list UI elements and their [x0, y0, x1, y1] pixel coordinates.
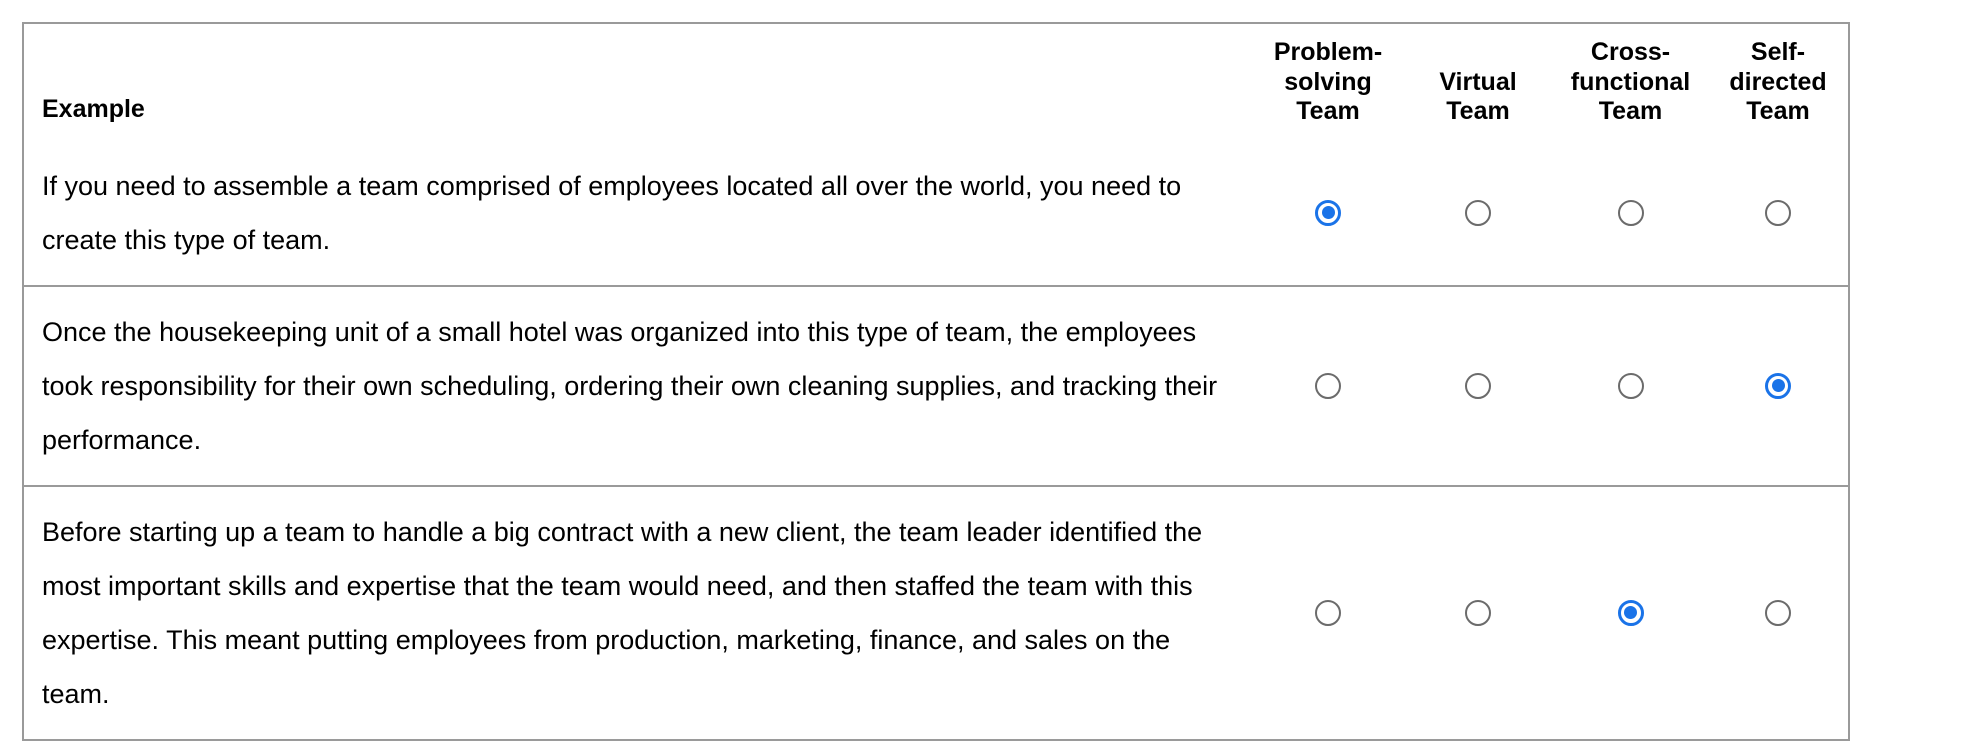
radio-button-row1-self-directed-team[interactable] — [1765, 199, 1791, 226]
radio-cell[interactable] — [1553, 486, 1708, 740]
column-header-cross-functional-team: Cross-functional Team — [1570, 38, 1691, 125]
radio-button-row3-self-directed-team[interactable] — [1765, 599, 1791, 626]
radio-button-row3-virtual-team[interactable] — [1465, 599, 1491, 626]
page-root: Example Problem-solving Team Virtual Team … — [0, 0, 1974, 741]
radio-button-row1-cross-functional-team[interactable] — [1617, 199, 1644, 226]
header-row: Example Problem-solving Team Virtual Team … — [23, 23, 1849, 141]
radio-button-row1-virtual-team[interactable] — [1465, 199, 1491, 226]
radio-cell[interactable] — [1403, 141, 1553, 286]
column-header-virtual-team: Virtual Team — [1439, 67, 1517, 126]
radio-button-row2-self-directed-team[interactable] — [1765, 372, 1791, 399]
table-row: Once the housekeeping unit of a small ho… — [23, 286, 1849, 486]
matrix-question-container: Example Problem-solving Team Virtual Team … — [22, 22, 1850, 741]
radio-cell[interactable] — [1708, 286, 1849, 486]
radio-button-row2-cross-functional-team[interactable] — [1617, 372, 1644, 399]
table-row: Before starting up a team to handle a bi… — [23, 486, 1849, 740]
radio-cell[interactable] — [1708, 486, 1849, 740]
matrix-table: Example Problem-solving Team Virtual Team … — [22, 22, 1850, 741]
radio-button-row3-problem-solving-team[interactable] — [1315, 599, 1341, 626]
example-text: Before starting up a team to handle a bi… — [42, 516, 1203, 709]
example-text: Once the housekeeping unit of a small ho… — [42, 316, 1218, 455]
column-header-problem-solving-team: Problem-solving Team — [1273, 38, 1383, 125]
table-body: If you need to assemble a team comprised… — [23, 141, 1849, 740]
radio-cell[interactable] — [1553, 286, 1708, 486]
column-header-example: Example — [42, 95, 145, 123]
radio-button-row3-cross-functional-team[interactable] — [1617, 599, 1644, 626]
radio-button-row1-problem-solving-team[interactable] — [1315, 199, 1341, 226]
radio-cell[interactable] — [1253, 486, 1403, 740]
table-row: If you need to assemble a team comprised… — [23, 141, 1849, 286]
column-header-self-directed-team: Self-directed Team — [1729, 38, 1827, 125]
radio-cell[interactable] — [1553, 141, 1708, 286]
radio-cell[interactable] — [1708, 141, 1849, 286]
example-text: If you need to assemble a team comprised… — [42, 170, 1182, 255]
radio-button-row2-problem-solving-team[interactable] — [1315, 372, 1341, 399]
radio-button-row2-virtual-team[interactable] — [1465, 372, 1491, 399]
radio-cell[interactable] — [1253, 286, 1403, 486]
table-header: Example Problem-solving Team Virtual Team … — [23, 23, 1849, 141]
radio-cell[interactable] — [1403, 486, 1553, 740]
radio-cell[interactable] — [1403, 286, 1553, 486]
radio-cell[interactable] — [1253, 141, 1403, 286]
